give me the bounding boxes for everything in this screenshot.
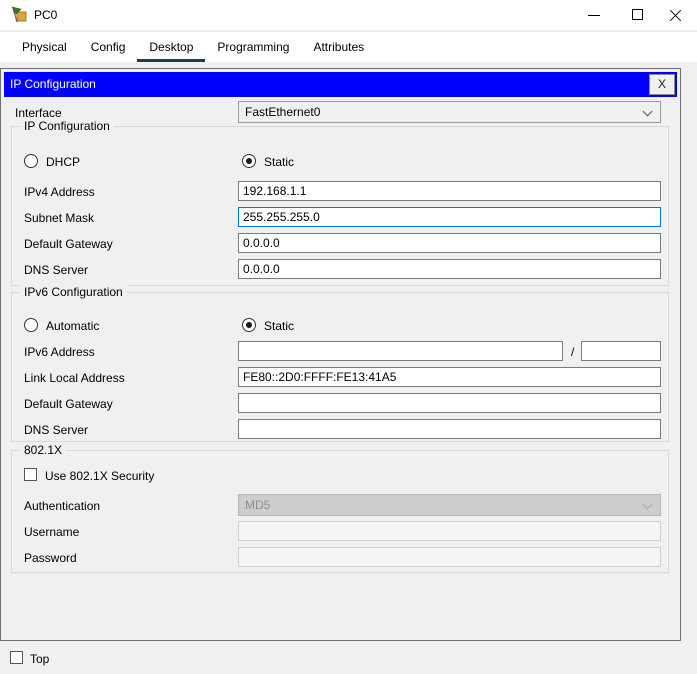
link-local-address-input[interactable] [238, 367, 661, 387]
password-label: Password [24, 551, 77, 565]
maximize-button[interactable] [621, 0, 655, 30]
ipv4-static-radio[interactable] [242, 154, 256, 168]
tab-bar: Physical Config Desktop Programming Attr… [0, 30, 697, 62]
tab-physical-label: Physical [22, 39, 67, 54]
ipv4-default-gateway-label: Default Gateway [24, 237, 113, 251]
window-titlebar: PC0 [0, 0, 697, 30]
tab-config[interactable]: Config [79, 34, 138, 62]
dot1x-groupbox: 802.1X Use 802.1X Security Authenticatio… [11, 443, 669, 573]
tab-attributes[interactable]: Attributes [301, 34, 376, 62]
pc0-window: { "window": { "title": "PC0" }, "tabs": … [0, 0, 697, 674]
ipv4-dns-server-input[interactable] [238, 259, 661, 279]
ipv4-dns-server-label: DNS Server [24, 263, 89, 277]
desktop-tab-content: IP Configuration X Interface FastEtherne… [0, 62, 697, 674]
chevron-down-icon [642, 106, 653, 117]
ipv6-static-radio-label: Static [264, 319, 295, 333]
password-input [238, 547, 661, 567]
tab-desktop[interactable]: Desktop [137, 34, 206, 62]
chevron-down-icon [642, 499, 653, 510]
ipv6-groupbox: IPv6 Configuration Automatic Static IPv6… [11, 285, 669, 442]
ipv6-dns-server-input[interactable] [238, 419, 661, 439]
ipv6-automatic-radio[interactable] [24, 318, 38, 332]
tab-desktop-label: Desktop [149, 39, 194, 54]
minimize-button[interactable] [577, 0, 611, 30]
authentication-dropdown: MD5 [238, 494, 661, 516]
ip-configuration-dialog: IP Configuration X Interface FastEtherne… [0, 68, 681, 641]
dhcp-radio[interactable] [24, 154, 38, 168]
dot1x-group-legend: 802.1X [20, 443, 67, 457]
ipv6-address-input[interactable] [238, 341, 563, 361]
username-input [238, 521, 661, 541]
close-icon [670, 9, 682, 21]
tab-physical[interactable]: Physical [10, 34, 79, 62]
interface-label: Interface [15, 106, 62, 120]
top-checkbox[interactable] [10, 651, 23, 664]
ipv6-automatic-radio-label: Automatic [46, 319, 100, 333]
dialog-title: IP Configuration [10, 77, 96, 91]
window-title: PC0 [34, 8, 58, 22]
close-button[interactable] [659, 0, 693, 30]
ipv4-static-radio-label: Static [264, 155, 295, 169]
ipv6-default-gateway-input[interactable] [238, 393, 661, 413]
interface-dropdown[interactable]: FastEthernet0 [238, 101, 661, 123]
minimize-icon [588, 15, 600, 16]
ipv4-default-gateway-input[interactable] [238, 233, 661, 253]
ipv4-groupbox: IP Configuration DHCP Static IPv4 Addres… [11, 119, 669, 286]
tab-programming-label: Programming [217, 39, 290, 54]
ipv6-address-label: IPv6 Address [24, 345, 95, 359]
maximize-icon [632, 9, 643, 20]
authentication-label: Authentication [24, 499, 101, 513]
subnet-mask-input[interactable] [238, 207, 661, 227]
interface-dropdown-value: FastEthernet0 [245, 105, 321, 119]
ipv6-static-radio[interactable] [242, 318, 256, 332]
dialog-titlebar[interactable]: IP Configuration X [4, 72, 677, 97]
ipv6-group-legend: IPv6 Configuration [20, 285, 127, 299]
ipv6-prefix-slash: / [571, 345, 575, 359]
ipv6-prefix-input[interactable] [581, 341, 661, 361]
ipv6-dns-server-label: DNS Server [24, 423, 89, 437]
tab-programming[interactable]: Programming [205, 34, 301, 62]
dialog-close-button[interactable]: X [649, 74, 675, 95]
subnet-mask-label: Subnet Mask [24, 211, 95, 225]
use-dot1x-security-label: Use 802.1X Security [45, 469, 155, 483]
use-dot1x-security-checkbox[interactable] [24, 468, 37, 481]
dhcp-radio-label: DHCP [46, 155, 81, 169]
ipv6-default-gateway-label: Default Gateway [24, 397, 113, 411]
username-label: Username [24, 525, 80, 539]
ipv4-group-legend: IP Configuration [20, 119, 114, 133]
ipv4-address-input[interactable] [238, 181, 661, 201]
tab-config-label: Config [90, 39, 126, 54]
top-checkbox-label: Top [30, 652, 50, 666]
ipv4-address-label: IPv4 Address [24, 185, 95, 199]
tab-attributes-label: Attributes [313, 39, 365, 54]
packet-tracer-icon [11, 6, 27, 23]
authentication-dropdown-value: MD5 [245, 498, 271, 512]
link-local-address-label: Link Local Address [24, 371, 125, 385]
